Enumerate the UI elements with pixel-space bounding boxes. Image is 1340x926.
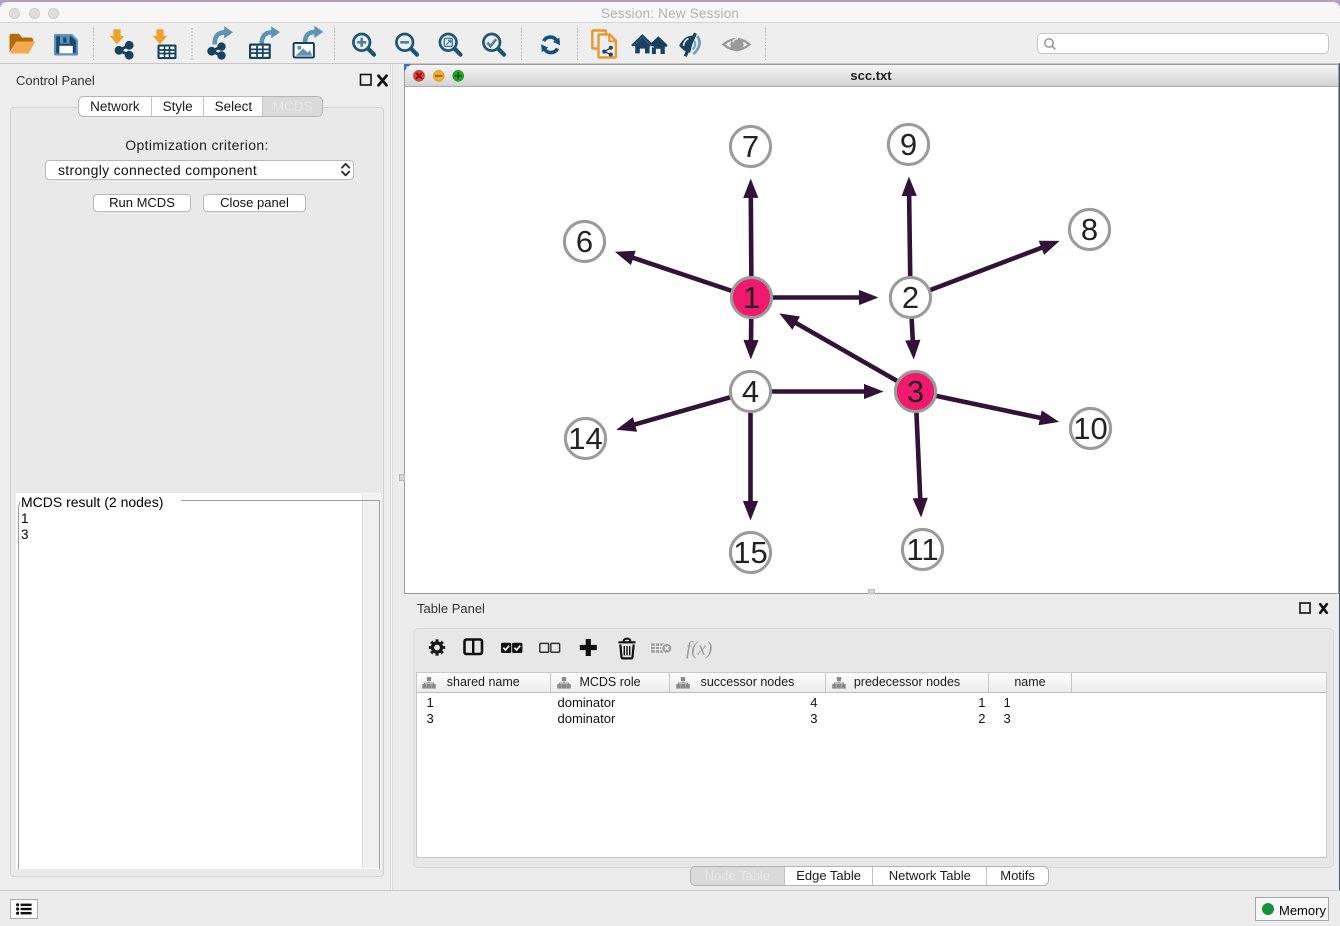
svg-text:11: 11 [906, 532, 938, 567]
svg-text:1: 1 [742, 280, 759, 315]
svg-text:2: 2 [901, 280, 918, 315]
svg-text:f(x): f(x) [686, 639, 712, 660]
svg-text:4: 4 [741, 374, 758, 409]
svg-text:3: 3 [906, 374, 923, 409]
svg-text:8: 8 [1080, 212, 1097, 247]
svg-text:14: 14 [568, 421, 602, 456]
svg-text:15: 15 [733, 535, 767, 570]
svg-text:7: 7 [741, 129, 758, 164]
svg-text:10: 10 [1073, 411, 1107, 446]
svg-text:6: 6 [575, 224, 592, 259]
svg-text:9: 9 [899, 127, 916, 162]
